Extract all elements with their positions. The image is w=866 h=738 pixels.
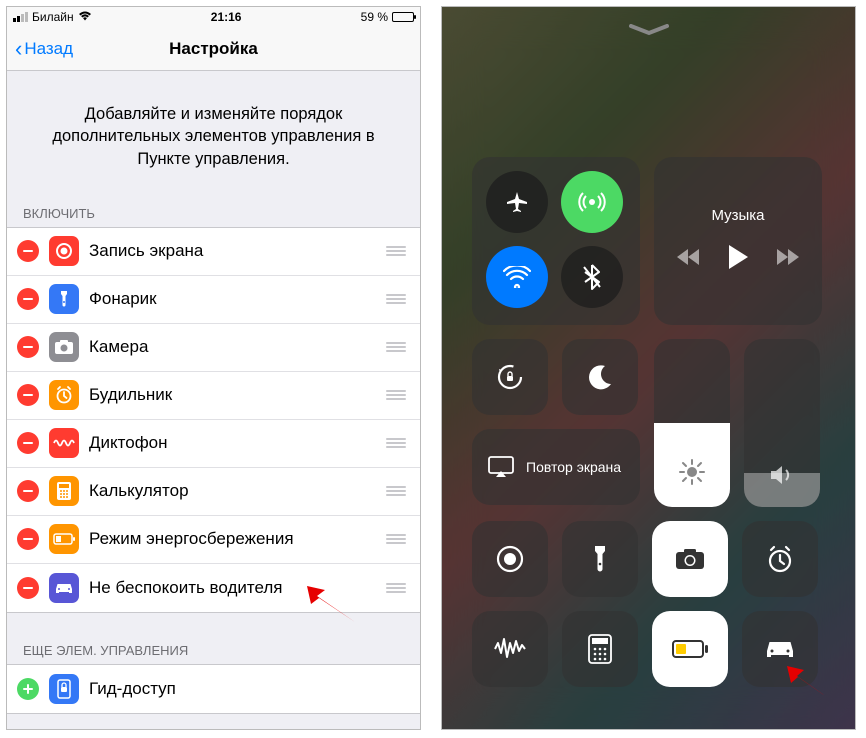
screen-record-tile[interactable]: [472, 521, 548, 597]
flashlight-icon: [49, 284, 79, 314]
prev-track-button[interactable]: [677, 248, 701, 271]
chevron-left-icon: ‹: [15, 38, 22, 60]
section-header-include: ВКЛЮЧИТЬ: [7, 200, 420, 227]
voice-memo-tile[interactable]: [472, 611, 548, 687]
row-voice-memos[interactable]: Диктофон: [7, 420, 420, 468]
row-guided-access[interactable]: Гид-доступ: [7, 665, 420, 713]
remove-button[interactable]: [17, 432, 39, 454]
row-camera[interactable]: Камера: [7, 324, 420, 372]
remove-button[interactable]: [17, 577, 39, 599]
brightness-icon: [678, 458, 706, 491]
airplane-toggle[interactable]: [486, 171, 548, 233]
row-label: Фонарик: [89, 289, 376, 309]
remove-button[interactable]: [17, 384, 39, 406]
row-label: Калькулятор: [89, 481, 376, 501]
music-tile[interactable]: Музыка: [654, 157, 822, 325]
row-screen-recording[interactable]: Запись экрана: [7, 228, 420, 276]
dnd-toggle[interactable]: [562, 339, 638, 415]
drag-handle-icon[interactable]: [386, 438, 406, 448]
drag-handle-icon[interactable]: [386, 342, 406, 352]
remove-button[interactable]: [17, 336, 39, 358]
screen-mirroring-button[interactable]: Повтор экрана: [472, 429, 640, 505]
remove-button[interactable]: [17, 480, 39, 502]
row-label: Будильник: [89, 385, 376, 405]
carrier-label: Билайн: [32, 10, 74, 24]
battery-pct-label: 59 %: [361, 10, 388, 24]
intro-text: Добавляйте и изменяйте порядок дополните…: [7, 71, 420, 200]
drag-handle-icon[interactable]: [386, 583, 406, 593]
voice-memo-icon: [49, 428, 79, 458]
calculator-tile[interactable]: [562, 611, 638, 687]
row-label: Режим энергосбережения: [89, 529, 376, 549]
music-label: Музыка: [711, 207, 764, 224]
screen-record-icon: [49, 236, 79, 266]
wifi-icon: [78, 10, 92, 24]
remove-button[interactable]: [17, 528, 39, 550]
bluetooth-toggle[interactable]: [561, 246, 623, 308]
camera-icon: [49, 332, 79, 362]
next-track-button[interactable]: [775, 248, 799, 271]
cellular-toggle[interactable]: [561, 171, 623, 233]
drag-handle-icon[interactable]: [386, 390, 406, 400]
camera-tile[interactable]: [652, 521, 728, 597]
settings-screen: Билайн 21:16 59 % ‹ Назад Настройка Доба…: [6, 6, 421, 730]
alarm-icon: [49, 380, 79, 410]
calculator-icon: [49, 476, 79, 506]
screen-mirror-label: Повтор экрана: [526, 459, 621, 475]
drag-handle-icon[interactable]: [386, 534, 406, 544]
row-flashlight[interactable]: Фонарик: [7, 276, 420, 324]
back-button[interactable]: ‹ Назад: [15, 38, 73, 60]
section-header-more: ЕЩЕ ЭЛЕМ. УПРАВЛЕНИЯ: [7, 637, 420, 664]
grabber-icon[interactable]: [629, 23, 669, 41]
back-label: Назад: [24, 39, 73, 59]
nav-bar: ‹ Назад Настройка: [7, 27, 420, 71]
drag-handle-icon[interactable]: [386, 294, 406, 304]
row-label: Запись экрана: [89, 241, 376, 261]
battery-icon: [392, 12, 414, 22]
low-power-tile[interactable]: [652, 611, 728, 687]
status-time: 21:16: [211, 10, 242, 24]
guided-access-icon: [49, 674, 79, 704]
row-low-power[interactable]: Режим энергосбережения: [7, 516, 420, 564]
brightness-slider[interactable]: [654, 339, 730, 507]
add-button[interactable]: [17, 678, 39, 700]
alarm-tile[interactable]: [742, 521, 818, 597]
wifi-toggle[interactable]: [486, 246, 548, 308]
remove-button[interactable]: [17, 288, 39, 310]
volume-icon: [769, 464, 795, 491]
row-label: Диктофон: [89, 433, 376, 453]
flashlight-tile[interactable]: [562, 521, 638, 597]
row-label: Гид-доступ: [89, 679, 406, 699]
drag-handle-icon[interactable]: [386, 486, 406, 496]
connectivity-tile: [472, 157, 640, 325]
status-bar: Билайн 21:16 59 %: [7, 7, 420, 27]
low-power-icon: [49, 524, 79, 554]
row-label: Камера: [89, 337, 376, 357]
signal-icon: [13, 12, 28, 22]
remove-button[interactable]: [17, 240, 39, 262]
driving-dnd-tile[interactable]: [742, 611, 818, 687]
more-list: Гид-доступ: [7, 664, 420, 714]
car-icon: [49, 573, 79, 603]
row-label: Не беспокоить водителя: [89, 578, 376, 598]
drag-handle-icon[interactable]: [386, 246, 406, 256]
rotation-lock-toggle[interactable]: [472, 339, 548, 415]
play-button[interactable]: [727, 244, 749, 275]
include-list: Запись экрана Фонарик Камера: [7, 227, 420, 613]
row-calculator[interactable]: Калькулятор: [7, 468, 420, 516]
row-alarm[interactable]: Будильник: [7, 372, 420, 420]
row-driving-dnd[interactable]: Не беспокоить водителя: [7, 564, 420, 612]
screen-mirror-icon: [488, 456, 514, 478]
control-center-screen: Музыка: [441, 6, 856, 730]
volume-slider[interactable]: [744, 339, 820, 507]
